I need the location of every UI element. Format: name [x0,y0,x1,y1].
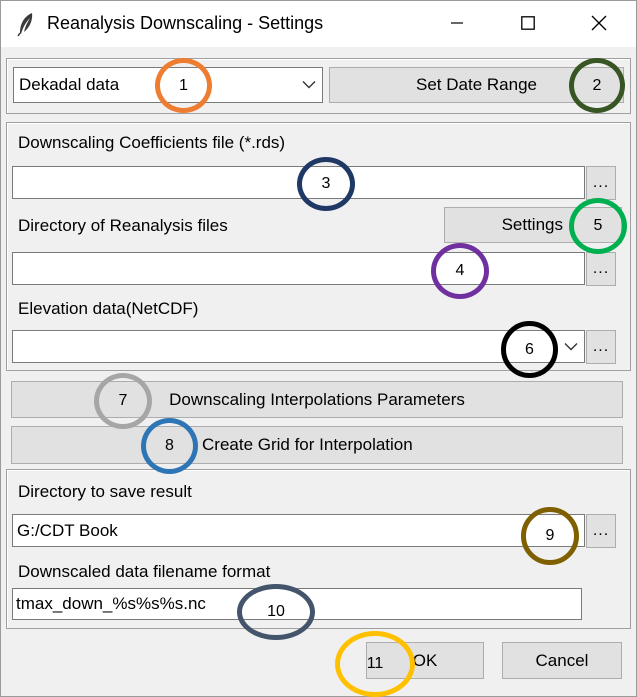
set-date-range-label: Set Date Range [416,75,537,94]
annotation-10: 10 [237,584,315,640]
annotation-9-number: 9 [545,527,555,544]
annotation-7-number: 7 [118,392,128,409]
reanalysis-dir-input[interactable] [12,252,585,285]
coef-browse-button[interactable]: ... [586,166,616,200]
minimize-button[interactable] [434,1,480,45]
save-dir-browse-button[interactable]: ... [586,514,616,548]
close-icon [591,15,607,31]
annotation-2: 2 [569,58,625,113]
annotation-11: 11 [335,631,415,697]
annotation-3: 3 [297,157,355,211]
annotation-10-number: 10 [267,603,285,620]
create-grid-label: Create Grid for Interpolation [202,435,413,454]
close-button[interactable] [576,1,622,45]
annotation-7: 7 [94,373,152,429]
annotation-5-number: 5 [593,217,603,234]
maximize-icon [521,16,535,30]
maximize-button[interactable] [505,1,551,45]
browse-label: ... [592,522,610,539]
elevation-select[interactable] [12,330,585,363]
feather-icon [17,13,33,37]
filename-format-label: Downscaled data filename format [18,562,271,581]
settings-label: Settings [501,215,563,234]
annotation-6: 6 [501,321,558,378]
annotation-5: 5 [569,198,627,254]
elevation-browse-button[interactable]: ... [586,330,616,364]
save-dir-input[interactable]: G:/CDT Book [12,514,585,547]
reanalysis-browse-button[interactable]: ... [586,252,616,286]
annotation-4-number: 4 [455,262,465,279]
cancel-button[interactable]: Cancel [502,642,622,679]
browse-label: ... [592,174,610,191]
reanalysis-dir-label: Directory of Reanalysis files [18,216,228,235]
annotation-11-number: 11 [366,655,384,672]
annotation-1-number: 1 [179,76,188,94]
annotation-9: 9 [521,507,579,565]
annotation-3-number: 3 [321,175,331,192]
annotation-4: 4 [431,243,489,299]
elevation-label: Elevation data(NetCDF) [18,299,199,318]
browse-label: ... [592,338,610,355]
title-bar[interactable]: Reanalysis Downscaling - Settings [1,1,636,47]
create-grid-button[interactable]: Create Grid for Interpolation [11,426,623,464]
annotation-6-number: 6 [525,340,534,358]
annotation-8: 8 [141,418,198,474]
minimize-icon [451,22,463,24]
cancel-label: Cancel [535,650,589,670]
annotation-1: 1 [155,58,212,113]
ok-label: OK [412,650,438,670]
interpolation-parameters-label: Downscaling Interpolations Parameters [169,389,465,409]
save-dir-label: Directory to save result [18,482,192,501]
annotation-8-number: 8 [165,437,174,454]
data-type-value: Dekadal data [19,75,120,94]
chevron-down-icon [302,81,316,89]
browse-label: ... [592,260,610,277]
settings-dialog: Reanalysis Downscaling - Settings Dekada… [0,0,637,697]
chevron-down-icon [564,342,578,350]
annotation-2-number: 2 [592,76,602,94]
coef-file-label: Downscaling Coefficients file (*.rds) [18,133,286,152]
window-title: Reanalysis Downscaling - Settings [47,13,324,33]
